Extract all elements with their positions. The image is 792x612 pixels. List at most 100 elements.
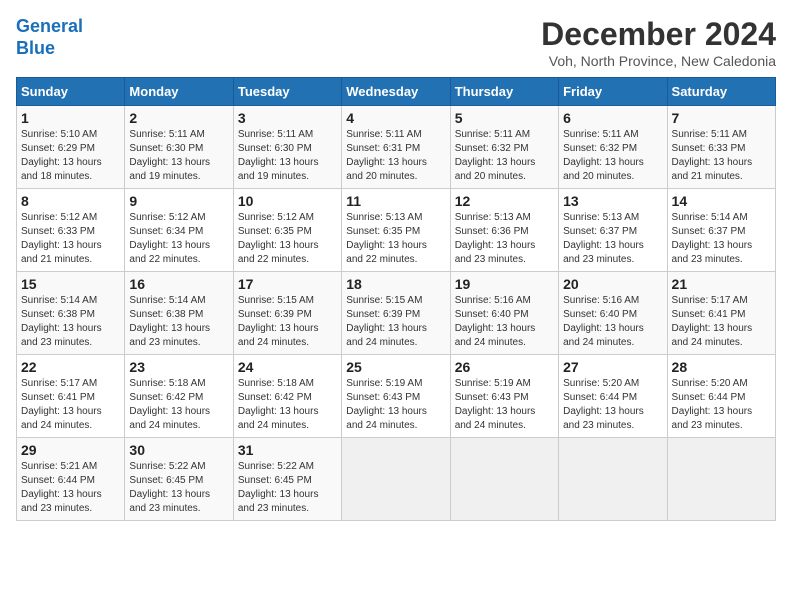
day-info: Sunrise: 5:12 AMSunset: 6:35 PMDaylight:… bbox=[238, 211, 337, 267]
calendar-table: SundayMondayTuesdayWednesdayThursdayFrid… bbox=[16, 77, 776, 521]
calendar-day-cell: 5 Sunrise: 5:11 AMSunset: 6:32 PMDaylight… bbox=[450, 106, 558, 189]
day-info: Sunrise: 5:13 AMSunset: 6:37 PMDaylight:… bbox=[563, 211, 662, 267]
day-info: Sunrise: 5:12 AMSunset: 6:34 PMDaylight:… bbox=[129, 211, 228, 267]
weekday-header-row: SundayMondayTuesdayWednesdayThursdayFrid… bbox=[17, 78, 776, 106]
weekday-header: Saturday bbox=[667, 78, 775, 106]
day-number: 23 bbox=[129, 359, 228, 375]
logo-line2: Blue bbox=[16, 38, 55, 58]
day-number: 7 bbox=[672, 110, 771, 126]
day-number: 1 bbox=[21, 110, 120, 126]
calendar-week-row: 15 Sunrise: 5:14 AMSunset: 6:38 PMDayligh… bbox=[17, 272, 776, 355]
day-info: Sunrise: 5:11 AMSunset: 6:32 PMDaylight:… bbox=[455, 128, 554, 184]
day-info: Sunrise: 5:15 AMSunset: 6:39 PMDaylight:… bbox=[238, 294, 337, 350]
day-number: 12 bbox=[455, 193, 554, 209]
day-info: Sunrise: 5:20 AMSunset: 6:44 PMDaylight:… bbox=[563, 377, 662, 433]
day-info: Sunrise: 5:11 AMSunset: 6:30 PMDaylight:… bbox=[238, 128, 337, 184]
weekday-header: Sunday bbox=[17, 78, 125, 106]
weekday-header: Thursday bbox=[450, 78, 558, 106]
calendar-day-cell: 12 Sunrise: 5:13 AMSunset: 6:36 PMDayligh… bbox=[450, 189, 558, 272]
calendar-day-cell: 26Sunrise: 5:19 AMSunset: 6:43 PMDayligh… bbox=[450, 355, 558, 438]
calendar-day-cell: 31Sunrise: 5:22 AMSunset: 6:45 PMDayligh… bbox=[233, 438, 341, 521]
day-info: Sunrise: 5:11 AMSunset: 6:30 PMDaylight:… bbox=[129, 128, 228, 184]
day-number: 2 bbox=[129, 110, 228, 126]
calendar-week-row: 1 Sunrise: 5:10 AMSunset: 6:29 PMDaylight… bbox=[17, 106, 776, 189]
calendar-day-cell: 18 Sunrise: 5:15 AMSunset: 6:39 PMDayligh… bbox=[342, 272, 450, 355]
day-number: 27 bbox=[563, 359, 662, 375]
day-number: 9 bbox=[129, 193, 228, 209]
day-number: 6 bbox=[563, 110, 662, 126]
calendar-day-cell: 2 Sunrise: 5:11 AMSunset: 6:30 PMDaylight… bbox=[125, 106, 233, 189]
logo-line1: General bbox=[16, 16, 83, 36]
day-number: 15 bbox=[21, 276, 120, 292]
day-info: Sunrise: 5:16 AMSunset: 6:40 PMDaylight:… bbox=[563, 294, 662, 350]
day-info: Sunrise: 5:13 AMSunset: 6:36 PMDaylight:… bbox=[455, 211, 554, 267]
day-info: Sunrise: 5:22 AMSunset: 6:45 PMDaylight:… bbox=[129, 460, 228, 516]
calendar-day-cell bbox=[450, 438, 558, 521]
weekday-header: Tuesday bbox=[233, 78, 341, 106]
day-info: Sunrise: 5:11 AMSunset: 6:31 PMDaylight:… bbox=[346, 128, 445, 184]
location-title: Voh, North Province, New Caledonia bbox=[541, 53, 776, 69]
calendar-day-cell: 8 Sunrise: 5:12 AMSunset: 6:33 PMDaylight… bbox=[17, 189, 125, 272]
day-number: 16 bbox=[129, 276, 228, 292]
calendar-day-cell: 27 Sunrise: 5:20 AMSunset: 6:44 PMDayligh… bbox=[559, 355, 667, 438]
day-info: Sunrise: 5:10 AMSunset: 6:29 PMDaylight:… bbox=[21, 128, 120, 184]
calendar-day-cell: 28 Sunrise: 5:20 AMSunset: 6:44 PMDayligh… bbox=[667, 355, 775, 438]
day-number: 24 bbox=[238, 359, 337, 375]
day-number: 21 bbox=[672, 276, 771, 292]
calendar-day-cell: 20 Sunrise: 5:16 AMSunset: 6:40 PMDayligh… bbox=[559, 272, 667, 355]
calendar-day-cell: 14 Sunrise: 5:14 AMSunset: 6:37 PMDayligh… bbox=[667, 189, 775, 272]
day-number: 28 bbox=[672, 359, 771, 375]
day-number: 13 bbox=[563, 193, 662, 209]
logo-text: General Blue bbox=[16, 16, 83, 59]
calendar-day-cell: 21 Sunrise: 5:17 AMSunset: 6:41 PMDayligh… bbox=[667, 272, 775, 355]
day-number: 25 bbox=[346, 359, 445, 375]
day-info: Sunrise: 5:12 AMSunset: 6:33 PMDaylight:… bbox=[21, 211, 120, 267]
day-info: Sunrise: 5:21 AMSunset: 6:44 PMDaylight:… bbox=[21, 460, 120, 516]
calendar-day-cell: 7 Sunrise: 5:11 AMSunset: 6:33 PMDaylight… bbox=[667, 106, 775, 189]
day-number: 18 bbox=[346, 276, 445, 292]
day-number: 19 bbox=[455, 276, 554, 292]
calendar-day-cell: 22Sunrise: 5:17 AMSunset: 6:41 PMDayligh… bbox=[17, 355, 125, 438]
day-info: Sunrise: 5:14 AMSunset: 6:37 PMDaylight:… bbox=[672, 211, 771, 267]
day-number: 26 bbox=[455, 359, 554, 375]
calendar-week-row: 29 Sunrise: 5:21 AMSunset: 6:44 PMDayligh… bbox=[17, 438, 776, 521]
day-number: 29 bbox=[21, 442, 120, 458]
page-header: General Blue December 2024 Voh, North Pr… bbox=[16, 16, 776, 69]
day-number: 10 bbox=[238, 193, 337, 209]
calendar-day-cell: 15Sunrise: 5:14 AMSunset: 6:38 PMDayligh… bbox=[17, 272, 125, 355]
day-number: 8 bbox=[21, 193, 120, 209]
title-area: December 2024 Voh, North Province, New C… bbox=[541, 16, 776, 69]
day-number: 3 bbox=[238, 110, 337, 126]
day-info: Sunrise: 5:19 AMSunset: 6:43 PMDaylight:… bbox=[346, 377, 445, 433]
day-info: Sunrise: 5:20 AMSunset: 6:44 PMDaylight:… bbox=[672, 377, 771, 433]
calendar-day-cell: 6 Sunrise: 5:11 AMSunset: 6:32 PMDaylight… bbox=[559, 106, 667, 189]
day-number: 5 bbox=[455, 110, 554, 126]
day-info: Sunrise: 5:14 AMSunset: 6:38 PMDaylight:… bbox=[129, 294, 228, 350]
day-info: Sunrise: 5:16 AMSunset: 6:40 PMDaylight:… bbox=[455, 294, 554, 350]
calendar-week-row: 22Sunrise: 5:17 AMSunset: 6:41 PMDayligh… bbox=[17, 355, 776, 438]
calendar-day-cell: 11Sunrise: 5:13 AMSunset: 6:35 PMDayligh… bbox=[342, 189, 450, 272]
calendar-day-cell: 4Sunrise: 5:11 AMSunset: 6:31 PMDaylight… bbox=[342, 106, 450, 189]
day-info: Sunrise: 5:18 AMSunset: 6:42 PMDaylight:… bbox=[129, 377, 228, 433]
calendar-day-cell: 23 Sunrise: 5:18 AMSunset: 6:42 PMDayligh… bbox=[125, 355, 233, 438]
calendar-day-cell: 30 Sunrise: 5:22 AMSunset: 6:45 PMDayligh… bbox=[125, 438, 233, 521]
calendar-day-cell: 3 Sunrise: 5:11 AMSunset: 6:30 PMDaylight… bbox=[233, 106, 341, 189]
day-info: Sunrise: 5:11 AMSunset: 6:33 PMDaylight:… bbox=[672, 128, 771, 184]
calendar-day-cell: 29 Sunrise: 5:21 AMSunset: 6:44 PMDayligh… bbox=[17, 438, 125, 521]
day-info: Sunrise: 5:15 AMSunset: 6:39 PMDaylight:… bbox=[346, 294, 445, 350]
day-info: Sunrise: 5:17 AMSunset: 6:41 PMDaylight:… bbox=[672, 294, 771, 350]
logo: General Blue bbox=[16, 16, 83, 59]
day-info: Sunrise: 5:18 AMSunset: 6:42 PMDaylight:… bbox=[238, 377, 337, 433]
day-number: 20 bbox=[563, 276, 662, 292]
weekday-header: Monday bbox=[125, 78, 233, 106]
calendar-week-row: 8 Sunrise: 5:12 AMSunset: 6:33 PMDaylight… bbox=[17, 189, 776, 272]
calendar-day-cell: 19 Sunrise: 5:16 AMSunset: 6:40 PMDayligh… bbox=[450, 272, 558, 355]
day-number: 22 bbox=[21, 359, 120, 375]
calendar-day-cell: 16 Sunrise: 5:14 AMSunset: 6:38 PMDayligh… bbox=[125, 272, 233, 355]
day-info: Sunrise: 5:11 AMSunset: 6:32 PMDaylight:… bbox=[563, 128, 662, 184]
weekday-header: Friday bbox=[559, 78, 667, 106]
day-number: 14 bbox=[672, 193, 771, 209]
day-number: 30 bbox=[129, 442, 228, 458]
calendar-day-cell: 10 Sunrise: 5:12 AMSunset: 6:35 PMDayligh… bbox=[233, 189, 341, 272]
day-info: Sunrise: 5:13 AMSunset: 6:35 PMDaylight:… bbox=[346, 211, 445, 267]
